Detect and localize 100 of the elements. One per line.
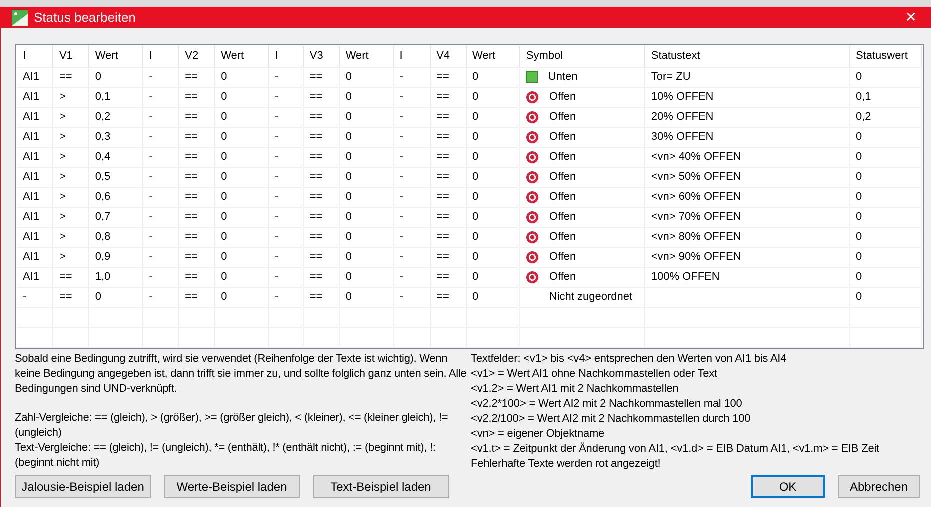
table-cell: -	[268, 287, 304, 307]
table-cell: ==	[430, 267, 466, 287]
help-text: <v2.2/100> = Wert AI2 mit 2 Nachkommastellen durch 100	[471, 412, 752, 427]
table-cell: -	[142, 127, 179, 147]
load-example-button[interactable]: Jalousie-Beispiel laden	[15, 475, 151, 498]
status-text: <vn> 90% OFFEN	[651, 251, 742, 263]
target-icon	[526, 270, 540, 284]
status-text: <vn> 60% OFFEN	[651, 191, 742, 203]
status-text: <vn> 80% OFFEN	[651, 231, 742, 243]
help-text: Zahl-Vergleiche: == (gleich), > (größer), >= (größer gleich), < (kleiner), <= (kleiner gleich), != (ungleich)	[15, 411, 450, 441]
table-cell: 0	[339, 127, 394, 147]
table-cell: AI1	[17, 187, 53, 207]
table-cell: ==	[430, 107, 466, 127]
table-cell: ==	[430, 227, 466, 247]
table-cell: -	[268, 167, 304, 187]
table-cell: -	[268, 67, 304, 87]
table-cell: ==	[178, 127, 215, 147]
table-cell: 0	[466, 267, 520, 287]
table-cell: 0	[339, 227, 394, 247]
table-cell: 0,4	[88, 147, 143, 167]
table-cell: -	[142, 167, 179, 187]
table-cell: 0	[214, 287, 268, 307]
table-cell: 0	[339, 287, 394, 307]
column-header: V4	[430, 46, 466, 67]
table-cell: -	[142, 287, 179, 307]
column-header: I	[268, 46, 304, 67]
table-cell: ==	[178, 87, 215, 107]
table-cell: 0	[339, 87, 394, 107]
table-cell: ==	[303, 87, 340, 107]
table-cell: >	[52, 227, 89, 247]
table-cell: ==	[430, 247, 466, 267]
table-cell: 0	[466, 227, 520, 247]
table-cell: ==	[303, 247, 340, 267]
table-cell: >	[52, 187, 89, 207]
target-icon	[526, 90, 540, 104]
table-cell: AI1	[17, 67, 53, 87]
table-cell: ==	[430, 207, 466, 227]
status-text: 20% OFFEN	[651, 111, 714, 123]
table-cell: ==	[178, 67, 215, 87]
table-cell: AI1	[17, 147, 53, 167]
table-cell: ==	[178, 227, 215, 247]
table-cell: 0,1	[849, 87, 922, 107]
table-cell: 0,2	[849, 107, 922, 127]
symbol-label: Nicht zugeordnet	[549, 291, 633, 303]
help-text: <vn> = eigener Objektname	[471, 427, 606, 442]
table-cell: 1,0	[88, 267, 143, 287]
status-text: <vn> 40% OFFEN	[651, 151, 742, 163]
target-icon	[526, 170, 540, 184]
table-cell: -	[393, 287, 430, 307]
column-header: V1	[52, 46, 89, 67]
symbol-label: Offen	[549, 231, 576, 243]
table-cell: -	[142, 267, 179, 287]
table-cell: ==	[52, 67, 89, 87]
column-header: I	[142, 46, 179, 67]
table-cell: 0	[214, 147, 268, 167]
table-cell: 0	[339, 187, 394, 207]
square-icon	[526, 71, 538, 83]
table-cell: 0	[466, 167, 520, 187]
symbol-label: Offen	[549, 171, 576, 183]
table-cell: -	[142, 187, 179, 207]
column-header: Symbol	[520, 46, 645, 67]
table-cell: 0	[849, 207, 922, 227]
column-header: Wert	[214, 46, 268, 67]
help-text: <v2.2*100> = Wert AI2 mit 2 Nachkommastellen mal 100	[471, 397, 744, 412]
table-cell: 0	[214, 67, 268, 87]
table-cell: ==	[303, 227, 340, 247]
table-cell: ==	[178, 207, 215, 227]
table-cell: -	[142, 247, 179, 267]
load-example-button[interactable]: Text-Beispiel laden	[313, 475, 449, 498]
table-cell: 0	[849, 147, 922, 167]
column-header: I	[393, 46, 430, 67]
cancel-button[interactable]: Abbrechen	[838, 475, 920, 498]
symbol-label: Offen	[549, 271, 576, 283]
table-cell: 0,6	[88, 187, 143, 207]
table-cell: -	[268, 107, 304, 127]
table-cell: -	[393, 227, 430, 247]
ok-button[interactable]: OK	[751, 475, 825, 498]
help-text: <v1.t> = Zeitpunkt der Änderung von AI1, <v1.d> = EIB Datum AI1, <v1.m> = EIB Zeit	[471, 442, 880, 457]
table-cell: ==	[52, 267, 89, 287]
status-text: 30% OFFEN	[651, 131, 714, 143]
table-cell: -	[393, 87, 430, 107]
table-cell: -	[393, 167, 430, 187]
table-cell: 0	[214, 247, 268, 267]
column-header: Statustext	[644, 46, 850, 67]
close-button[interactable]: ✕	[891, 7, 931, 28]
table-cell: ==	[178, 287, 215, 307]
table-cell: >	[52, 207, 89, 227]
table-cell: -	[268, 187, 304, 207]
symbol-label: Offen	[549, 111, 576, 123]
status-text: 10% OFFEN	[651, 91, 714, 103]
symbol-label: Offen	[549, 131, 576, 143]
table-cell: ==	[430, 187, 466, 207]
table-cell: ==	[303, 67, 340, 87]
table-cell: ==	[303, 207, 340, 227]
table-cell: ==	[430, 127, 466, 147]
column-header: Statuswert	[849, 46, 922, 67]
table-cell: -	[142, 87, 179, 107]
load-example-button[interactable]: Werte-Beispiel laden	[164, 475, 300, 498]
table-cell: AI1	[17, 167, 53, 187]
table-cell: -	[393, 207, 430, 227]
